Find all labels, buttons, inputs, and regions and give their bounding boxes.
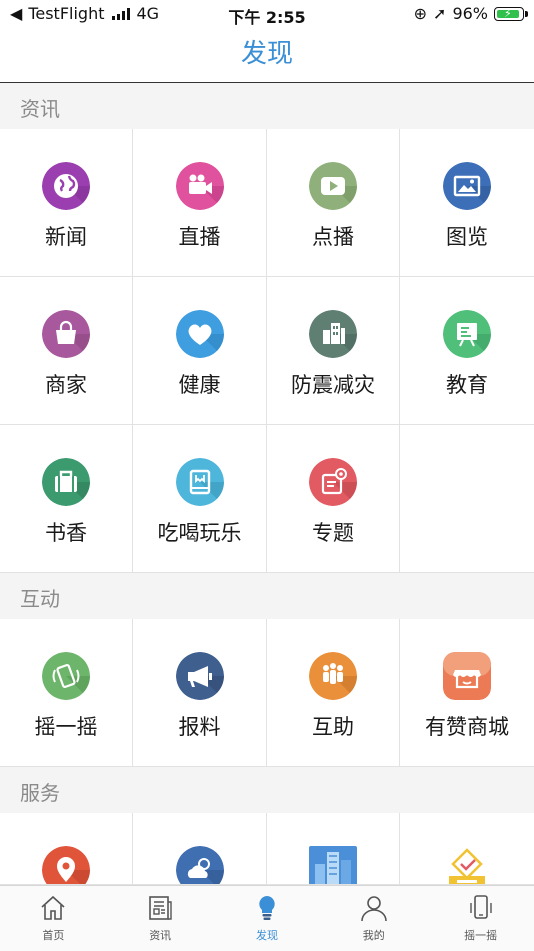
megaphone-icon (175, 652, 224, 700)
grid-item-location[interactable] (0, 813, 133, 885)
section-title: 服务 (20, 781, 60, 805)
grid-item-mutual-aid[interactable]: 互助 (267, 619, 400, 767)
grid-item-label: 书香 (45, 521, 87, 545)
tab-mine[interactable]: 我的 (320, 886, 427, 951)
home-icon (41, 895, 65, 920)
grid-item-live[interactable]: 直播 (133, 129, 267, 277)
tab-home[interactable]: 首页 (0, 886, 107, 951)
tab-label: 发现 (255, 929, 278, 942)
newspaper-icon (149, 896, 172, 920)
tab-label: 摇一摇 (464, 929, 498, 942)
grid-item-label: 点播 (312, 225, 354, 249)
phone-shake-icon (469, 895, 492, 919)
grid-item-reading[interactable]: 书香 (0, 425, 133, 573)
grid-item-vod[interactable]: 点播 (267, 129, 400, 277)
briefcase-icon (42, 458, 90, 506)
grid-item-disaster-prevention[interactable]: 防震减灾 (267, 277, 400, 425)
grid-item-merchant[interactable]: 商家 (0, 277, 133, 425)
grid-item-topics[interactable]: 专题 (267, 425, 400, 573)
grid-item-label: 新闻 (45, 225, 87, 249)
ballot-box-icon (443, 846, 491, 884)
tab-label: 我的 (362, 929, 385, 942)
section-header-services: 服务 (0, 767, 534, 814)
user-icon (360, 896, 387, 922)
play-icon (309, 162, 357, 210)
grid-item-label: 健康 (178, 373, 221, 397)
presentation-board-icon (443, 310, 491, 358)
section-header-interact: 互动 (0, 573, 534, 620)
services-grid (0, 813, 534, 885)
section-title: 资讯 (20, 97, 60, 121)
shopping-bag-icon (42, 310, 90, 358)
city-building-icon (309, 846, 357, 884)
heart-icon (175, 310, 224, 358)
grid-item-label: 专题 (312, 521, 354, 545)
news-grid: 新闻 直播 点播 图览 商家 健康 防震减灾 教育 书香 吃喝玩乐 专题 (0, 129, 534, 573)
grid-item-label: 报料 (178, 715, 221, 739)
shake-phone-icon (42, 652, 90, 700)
status-bar: ◀ TestFlight 4G 下午 2:55 ⊕ ➚ 96% ⚡ (0, 0, 534, 28)
tab-label: 资讯 (149, 929, 172, 942)
globe-icon (42, 162, 90, 210)
location-arrow-icon: ➚ (433, 4, 447, 23)
battery-icon: ⚡ (494, 6, 528, 21)
grid-item-weather[interactable] (133, 813, 267, 885)
grid-item-gallery[interactable]: 图览 (400, 129, 534, 277)
grid-item-vote[interactable] (400, 813, 534, 885)
lightbulb-icon (259, 896, 275, 920)
tab-bar: 首页 资讯 发现 我的 摇一摇 (0, 885, 534, 951)
page-title: 发现 (240, 39, 293, 69)
grid-item-label: 摇一摇 (34, 715, 98, 739)
grid-item-label: 互助 (312, 715, 354, 739)
book-icon (175, 458, 224, 506)
grid-item-report[interactable]: 报料 (133, 619, 267, 767)
buildings-icon (309, 310, 357, 358)
tab-discover[interactable]: 发现 (214, 886, 321, 951)
grid-item-label: 吃喝玩乐 (157, 521, 242, 545)
rotation-lock-icon: ⊕ (413, 4, 428, 23)
grid-item-health[interactable]: 健康 (133, 277, 267, 425)
grid-item-education[interactable]: 教育 (400, 277, 534, 425)
video-camera-icon (175, 162, 224, 210)
grid-item-entertainment[interactable]: 吃喝玩乐 (133, 425, 267, 573)
grid-item-label: 防震减灾 (291, 373, 375, 397)
grid-item-label: 教育 (446, 373, 488, 397)
grid-item-youzan-store[interactable]: 有赞商城 (400, 619, 534, 767)
grid-item-label: 商家 (45, 373, 87, 397)
topic-card-icon (309, 458, 357, 506)
nav-bar: 发现 (0, 28, 534, 83)
location-pin-icon (42, 846, 90, 884)
grid-item-label: 图览 (446, 225, 488, 249)
section-header-news: 资讯 (0, 83, 534, 130)
tab-news[interactable]: 资讯 (107, 886, 214, 951)
section-title: 互动 (20, 587, 60, 611)
tab-label: 首页 (42, 929, 65, 942)
grid-item-label: 有赞商城 (425, 715, 509, 739)
picture-icon (443, 162, 491, 210)
grid-item-shake[interactable]: 摇一摇 (0, 619, 133, 767)
interact-grid: 摇一摇 报料 互助 有赞商城 (0, 619, 534, 767)
grid-item-label: 直播 (178, 225, 221, 249)
people-group-icon (309, 652, 357, 700)
weather-icon (175, 846, 224, 884)
battery-percent: 96% (452, 4, 488, 23)
grid-item-news[interactable]: 新闻 (0, 129, 133, 277)
tab-shake[interactable]: 摇一摇 (427, 886, 534, 951)
grid-item-city[interactable] (267, 813, 400, 885)
store-icon (443, 652, 491, 700)
grid-item-empty (400, 425, 534, 573)
